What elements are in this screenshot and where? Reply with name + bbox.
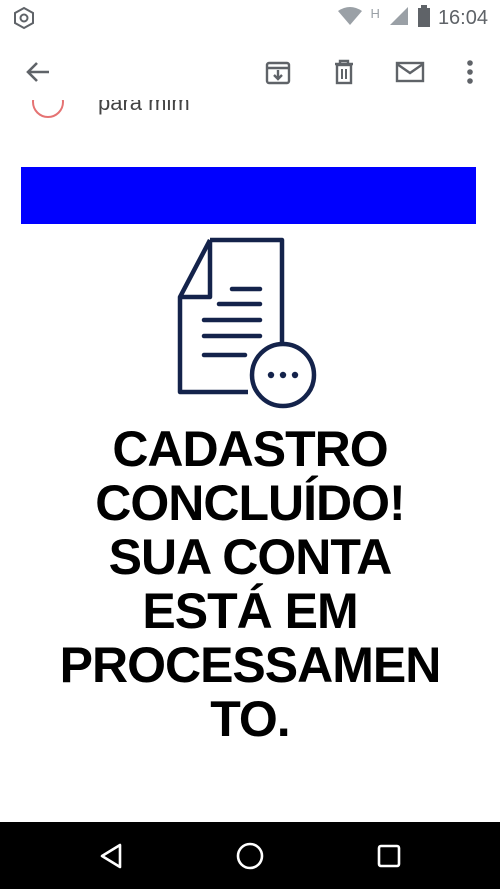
sender-row: para mim [0,100,500,120]
status-bar: H 16:04 [0,0,500,36]
email-toolbar [0,36,500,108]
home-circle-icon[interactable] [232,838,268,874]
system-nav-bar [0,822,500,889]
avatar [32,100,64,118]
delete-icon[interactable] [328,56,360,88]
email-banner [21,167,476,224]
network-type-label: H [370,5,380,21]
headline-line: ESTÁ EM [142,583,358,639]
back-arrow-icon[interactable] [22,56,54,88]
more-vert-icon[interactable] [454,56,486,88]
archive-icon[interactable] [262,56,294,88]
battery-icon [417,4,430,32]
wifi-icon [337,6,363,31]
document-pending-icon [170,232,330,417]
headline-line: TO. [210,691,290,747]
headline-line: CONCLUÍDO! [95,475,405,531]
recents-square-icon[interactable] [371,838,407,874]
recipient-label: para mim [98,100,190,115]
back-triangle-icon[interactable] [93,838,129,874]
status-headline: CADASTRO CONCLUÍDO! SUA CONTA ESTÁ EM PR… [0,422,500,746]
headline-line: CADASTRO [112,421,388,477]
headline-line: PROCESSAMEN [59,637,442,693]
mail-icon[interactable] [394,56,426,88]
status-time: 16:04 [437,6,488,29]
signal-icon [388,6,410,31]
headline-line: SUA CONTA [108,529,393,585]
settings-hexagon-icon [12,6,36,30]
